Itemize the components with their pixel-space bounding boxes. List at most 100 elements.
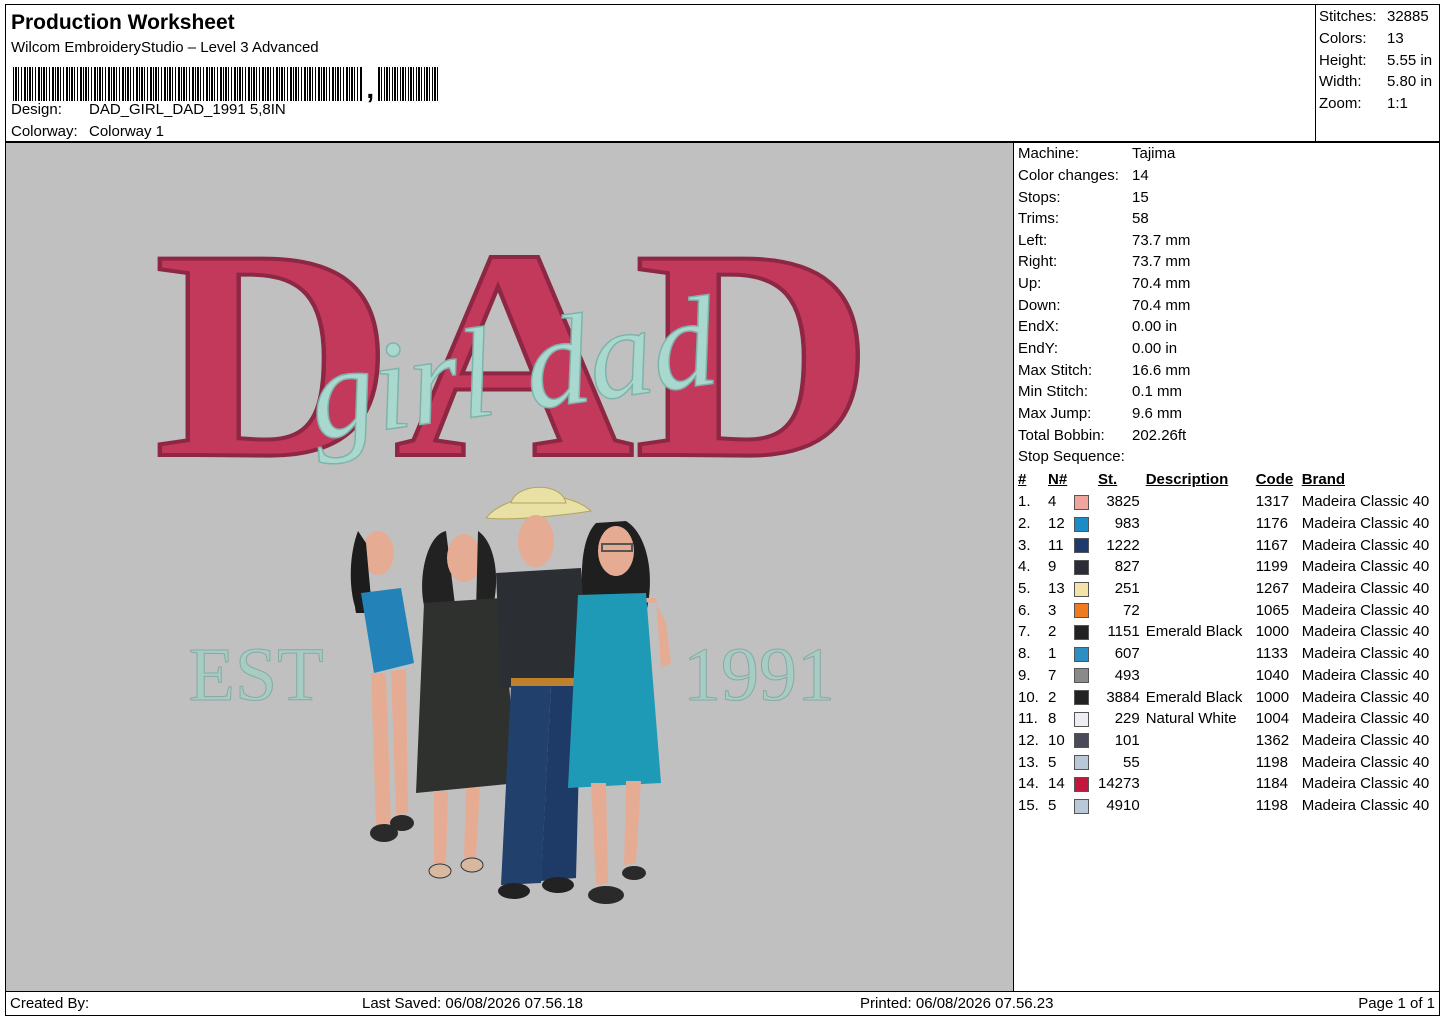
- table-row: 1. 4 3825 1317 Madeira Classic 40: [1016, 491, 1429, 513]
- color-swatch: [1074, 538, 1089, 554]
- col-header-stitches: St.: [1098, 470, 1118, 488]
- row-code: 1198: [1255, 753, 1288, 771]
- row-swatch: [1074, 556, 1098, 578]
- row-index: 8.: [1018, 645, 1031, 663]
- color-swatch: [1074, 690, 1089, 706]
- row-brand: Madeira Classic 40: [1301, 580, 1430, 598]
- color-swatch: [1074, 646, 1089, 662]
- stitches-value: 32885: [1387, 8, 1429, 25]
- row-code: 1000: [1255, 688, 1290, 706]
- row-code: 1362: [1255, 731, 1290, 749]
- row-swatch: [1074, 643, 1098, 665]
- row-needle: 1: [1048, 645, 1057, 663]
- row-description: [1146, 730, 1256, 752]
- year-text: 1991: [683, 633, 835, 717]
- row-code: 1004: [1255, 710, 1290, 728]
- color-changes-label: Color changes:: [1018, 167, 1119, 184]
- row-index: 4.: [1018, 558, 1031, 576]
- row-description: [1146, 556, 1256, 578]
- stitches-label: Stitches:: [1319, 8, 1377, 25]
- row-needle: 5: [1048, 796, 1057, 814]
- row-description: [1146, 534, 1256, 556]
- row-swatch: [1074, 513, 1098, 535]
- row-swatch: [1074, 751, 1098, 773]
- row-needle: 12: [1048, 515, 1065, 533]
- total-bobbin-label: Total Bobbin:: [1018, 427, 1105, 444]
- row-needle: 11: [1048, 536, 1064, 554]
- row-brand: Madeira Classic 40: [1301, 493, 1430, 511]
- max-stitch-value: 16.6 mm: [1132, 362, 1191, 379]
- row-index: 15.: [1018, 796, 1039, 814]
- row-brand: Madeira Classic 40: [1301, 666, 1430, 684]
- row-brand: Madeira Classic 40: [1301, 558, 1430, 576]
- row-description: [1146, 578, 1256, 600]
- color-swatch: [1074, 668, 1089, 684]
- machine-value: Tajima: [1132, 145, 1176, 162]
- col-header-swatch: [1074, 469, 1098, 491]
- table-row: 6. 3 72 1065 Madeira Classic 40: [1016, 599, 1429, 621]
- stop-sequence-label: Stop Sequence:: [1018, 448, 1125, 465]
- software-name: Wilcom EmbroideryStudio – Level 3 Advanc…: [11, 39, 319, 56]
- color-swatch: [1074, 755, 1089, 771]
- machine-info-panel: Machine: Tajima Color changes: 14 Stops: 15…: [1013, 142, 1440, 992]
- row-stitches: 3825: [1106, 493, 1140, 511]
- endx-label: EndX:: [1018, 318, 1059, 335]
- row-index: 10.: [1018, 688, 1039, 706]
- row-needle: 10: [1048, 731, 1065, 749]
- col-header-brand: Brand: [1301, 470, 1346, 488]
- row-code: 1267: [1255, 580, 1290, 598]
- row-description: [1146, 513, 1256, 535]
- row-description: [1146, 773, 1256, 795]
- row-code: 1167: [1255, 536, 1288, 554]
- col-header-description: Description: [1145, 470, 1229, 488]
- zoom-value: 1:1: [1387, 95, 1408, 112]
- row-description: [1146, 643, 1256, 665]
- table-row: 14. 14 14273 1184 Madeira Classic 40: [1016, 773, 1429, 795]
- colorway-value: Colorway 1: [89, 123, 165, 140]
- row-stitches: 493: [1114, 666, 1140, 684]
- row-needle: 8: [1048, 710, 1057, 728]
- row-description: [1146, 599, 1256, 621]
- row-code: 1199: [1255, 558, 1288, 576]
- row-brand: Madeira Classic 40: [1301, 536, 1430, 554]
- row-brand: Madeira Classic 40: [1301, 796, 1430, 814]
- color-swatch: [1074, 603, 1089, 619]
- row-swatch: [1074, 708, 1098, 730]
- table-row: 2. 12 983 1176 Madeira Classic 40: [1016, 513, 1429, 535]
- row-stitches: 251: [1114, 580, 1140, 598]
- row-stitches: 607: [1114, 645, 1140, 663]
- row-stitches: 55: [1123, 753, 1140, 771]
- col-header-needle: N#: [1048, 470, 1068, 488]
- row-stitches: 72: [1123, 601, 1140, 619]
- max-jump-label: Max Jump:: [1018, 405, 1092, 422]
- row-needle: 2: [1048, 623, 1057, 641]
- table-row: 4. 9 827 1199 Madeira Classic 40: [1016, 556, 1429, 578]
- row-swatch: [1074, 534, 1098, 556]
- row-swatch: [1074, 491, 1098, 513]
- row-brand: Madeira Classic 40: [1301, 623, 1430, 641]
- height-value: 5.55 in: [1387, 52, 1433, 69]
- table-header-row: # N# St. Description Code Brand: [1016, 469, 1429, 491]
- barcode: ,: [13, 63, 438, 103]
- color-swatch: [1074, 625, 1089, 640]
- last-saved: Last Saved: 06/08/2026 07.56.18: [362, 995, 584, 1012]
- color-swatch: [1074, 733, 1089, 749]
- row-code: 1184: [1255, 775, 1288, 793]
- endy-label: EndY:: [1018, 340, 1059, 357]
- row-description: Emerald Black: [1145, 688, 1243, 706]
- row-description: [1146, 491, 1256, 513]
- row-swatch: [1074, 578, 1098, 600]
- table-row: 11. 8 229 Natural White 1004 Madeira Classic …: [1016, 708, 1429, 730]
- row-swatch: [1074, 795, 1098, 817]
- row-stitches: 3884: [1106, 688, 1140, 706]
- color-changes-value: 14: [1132, 167, 1149, 184]
- worksheet-footer: Created By: Last Saved: 06/08/2026 07.56…: [5, 991, 1440, 1016]
- trims-value: 58: [1132, 210, 1149, 227]
- row-needle: 9: [1048, 558, 1057, 576]
- design-row: Design: DAD_GIRL_DAD_1991 5,8IN: [11, 101, 286, 118]
- row-index: 2.: [1018, 515, 1031, 533]
- col-header-code: Code: [1255, 470, 1294, 488]
- endy-value: 0.00 in: [1132, 340, 1178, 357]
- col-header-index: #: [1018, 470, 1027, 488]
- row-stitches: 101: [1114, 731, 1140, 749]
